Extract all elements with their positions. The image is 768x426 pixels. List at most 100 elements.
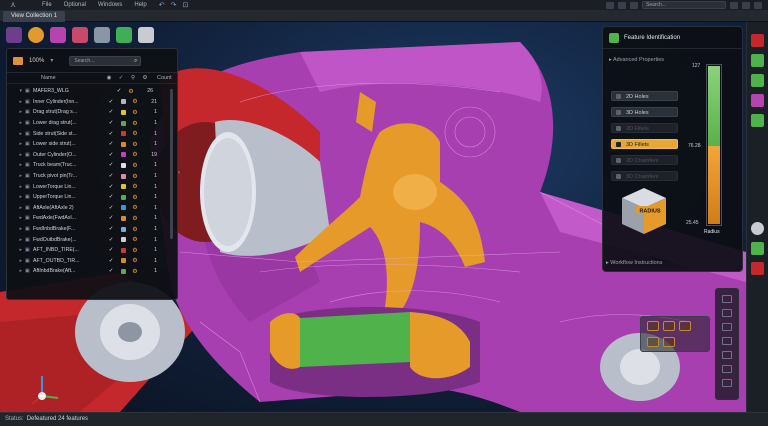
defeature-tool-icon[interactable]	[6, 27, 22, 43]
window-split-icon[interactable]	[630, 1, 638, 9]
check-icon[interactable]: ✓	[113, 88, 125, 94]
settings-icon[interactable]: ⚙	[129, 226, 141, 233]
expand-icon[interactable]: ▸	[7, 131, 25, 137]
check-icon[interactable]: ✓	[105, 184, 117, 190]
tree-row[interactable]: ▸ ▣ AftAxle(AftAxle 2) ✓ ⚙ 1	[7, 203, 169, 214]
expand-icon[interactable]: ▸	[7, 194, 25, 200]
visibility-icon[interactable]: ▣	[25, 141, 33, 147]
check-icon[interactable]: ✓	[105, 152, 117, 158]
check-icon[interactable]: ✓	[105, 162, 117, 168]
settings-icon[interactable]: ⚙	[129, 236, 141, 243]
color-swatch[interactable]	[120, 131, 126, 137]
advanced-properties-toggle[interactable]: ▸ Advanced Properties	[609, 57, 664, 63]
visibility-icon[interactable]: ▣	[25, 237, 33, 243]
column-visibility-icon[interactable]: ◉	[103, 75, 115, 81]
check-icon[interactable]: ✓	[105, 247, 117, 253]
check-icon[interactable]: ✓	[105, 268, 117, 274]
color-swatch[interactable]	[120, 99, 126, 105]
settings-icon[interactable]: ⚙	[129, 204, 141, 211]
settings-icon[interactable]: ⚙	[129, 247, 141, 254]
visibility-icon[interactable]: ▣	[25, 205, 33, 211]
tree-row[interactable]: ▸ ▣ LowerTorque Lin... ✓ ⚙ 1	[7, 181, 169, 192]
menu-optional[interactable]: Optional	[64, 0, 86, 10]
menu-file[interactable]: File	[42, 0, 52, 10]
tree-row[interactable]: ▸ ▣ AFT_OUTBD_TIR... ✓ ⚙ 1	[7, 256, 169, 267]
color-swatch[interactable]	[120, 258, 126, 264]
expand-icon[interactable]: ▸	[7, 162, 25, 168]
tree-row[interactable]: ▸ ▣ Side strut(Side st... ✓ ⚙ 1	[7, 128, 169, 139]
mini-tool-3-icon[interactable]	[679, 321, 691, 331]
settings-icon[interactable]: ⚙	[129, 183, 141, 190]
visibility-icon[interactable]: ▣	[25, 99, 33, 105]
tree-search-input[interactable]: Search... ⌕	[69, 55, 142, 66]
expand-icon[interactable]: ▾	[7, 88, 25, 94]
check-icon[interactable]: ✓	[105, 141, 117, 147]
visibility-icon[interactable]: ▣	[25, 215, 33, 221]
visibility-icon[interactable]: ▣	[25, 109, 33, 115]
visibility-icon[interactable]: ▣	[25, 194, 33, 200]
column-settings-icon[interactable]: ⚙	[139, 75, 151, 81]
tree-scrollbar[interactable]	[170, 89, 173, 239]
fillet-tool-icon[interactable]	[50, 27, 66, 43]
mini-tool-1-icon[interactable]	[647, 321, 659, 331]
color-swatch[interactable]	[120, 226, 126, 232]
window-layout-icon[interactable]	[618, 1, 626, 9]
radius-scale-orange[interactable]	[708, 146, 720, 224]
view-fit-icon[interactable]	[722, 365, 732, 373]
tree-row[interactable]: ▸ ▣ Lower side strut(... ✓ ⚙ 1	[7, 139, 169, 150]
settings-icon[interactable]: ⚙	[129, 215, 141, 222]
check-icon[interactable]: ✓	[105, 131, 117, 137]
tree-row[interactable]: ▸ ▣ Inner Cylinder(Inn... ✓ ⚙ 21	[7, 97, 169, 108]
expand-icon[interactable]: ▸	[7, 99, 25, 105]
menu-help[interactable]: Help	[134, 0, 146, 10]
render-icon[interactable]	[751, 242, 764, 255]
check-icon[interactable]: ✓	[105, 205, 117, 211]
assembly-icon[interactable]	[751, 54, 764, 67]
visibility-icon[interactable]: ▣	[25, 120, 33, 126]
tree-root-row[interactable]: ▾ ▣ MAFER3_WLG ✓ ⚙ 26	[7, 86, 169, 97]
undo-icon[interactable]: ↶	[159, 1, 165, 9]
check-icon[interactable]: ✓	[105, 258, 117, 264]
settings-icon[interactable]: ⚙	[129, 173, 141, 180]
expand-icon[interactable]: ▸	[7, 247, 25, 253]
orientation-triad[interactable]	[28, 372, 64, 408]
color-swatch[interactable]	[120, 162, 126, 168]
feature-button[interactable]: 3D Fillets	[611, 139, 678, 149]
features-icon[interactable]	[751, 94, 764, 107]
visibility-icon[interactable]: ▣	[25, 184, 33, 190]
color-swatch[interactable]	[120, 141, 126, 147]
settings-icon[interactable]: ⚙	[129, 194, 141, 201]
visibility-icon[interactable]: ▣	[25, 88, 33, 94]
tree-row[interactable]: ▸ ▣ FwdOutbdBrake(... ✓ ⚙ 1	[7, 234, 169, 245]
sphere-tool-icon[interactable]	[28, 27, 44, 43]
zoom-level[interactable]: 100%	[29, 58, 44, 64]
visibility-icon[interactable]: ▣	[25, 162, 33, 168]
collapse-panel-icon[interactable]: ‹	[178, 170, 183, 180]
expand-icon[interactable]: ▸	[7, 152, 25, 158]
color-swatch[interactable]	[120, 215, 126, 221]
visibility-icon[interactable]: ▣	[25, 152, 33, 158]
check-icon[interactable]: ✓	[105, 194, 117, 200]
tree-row[interactable]: ▸ ▣ Outer Cylinder(O... ✓ ⚙ 19	[7, 150, 169, 161]
tree-row[interactable]: ▸ ▣ Drag strut(Drag s... ✓ ⚙ 1	[7, 107, 169, 118]
color-swatch[interactable]	[120, 152, 126, 158]
tree-row[interactable]: ▸ ▣ AftInbdBrake(Aft... ✓ ⚙ 1	[7, 266, 169, 277]
settings-icon[interactable]: ⚙	[125, 88, 137, 95]
expand-icon[interactable]: ▸	[7, 237, 25, 243]
group-tool-icon[interactable]	[94, 27, 110, 43]
settings-icon[interactable]: ⚙	[129, 257, 141, 264]
check-icon[interactable]: ✓	[105, 215, 117, 221]
column-count[interactable]: Count	[157, 75, 172, 81]
settings-icon[interactable]: ⚙	[129, 130, 141, 137]
settings-icon[interactable]: ⚙	[129, 162, 141, 169]
color-swatch[interactable]	[120, 173, 126, 179]
settings-icon[interactable]: ⚙	[129, 268, 141, 275]
view-top-icon[interactable]	[722, 323, 732, 331]
visibility-icon[interactable]: ▣	[25, 247, 33, 253]
check-icon[interactable]: ✓	[105, 226, 117, 232]
tree-row[interactable]: ▸ ▣ Lower drag strut(... ✓ ⚙ 1	[7, 118, 169, 129]
tree-row[interactable]: ▸ ▣ UpperTorque Lin... ✓ ⚙ 1	[7, 192, 169, 203]
measure-tool-icon[interactable]	[138, 27, 154, 43]
redo-icon[interactable]: ↷	[171, 1, 177, 9]
check-icon[interactable]: ✓	[105, 120, 117, 126]
